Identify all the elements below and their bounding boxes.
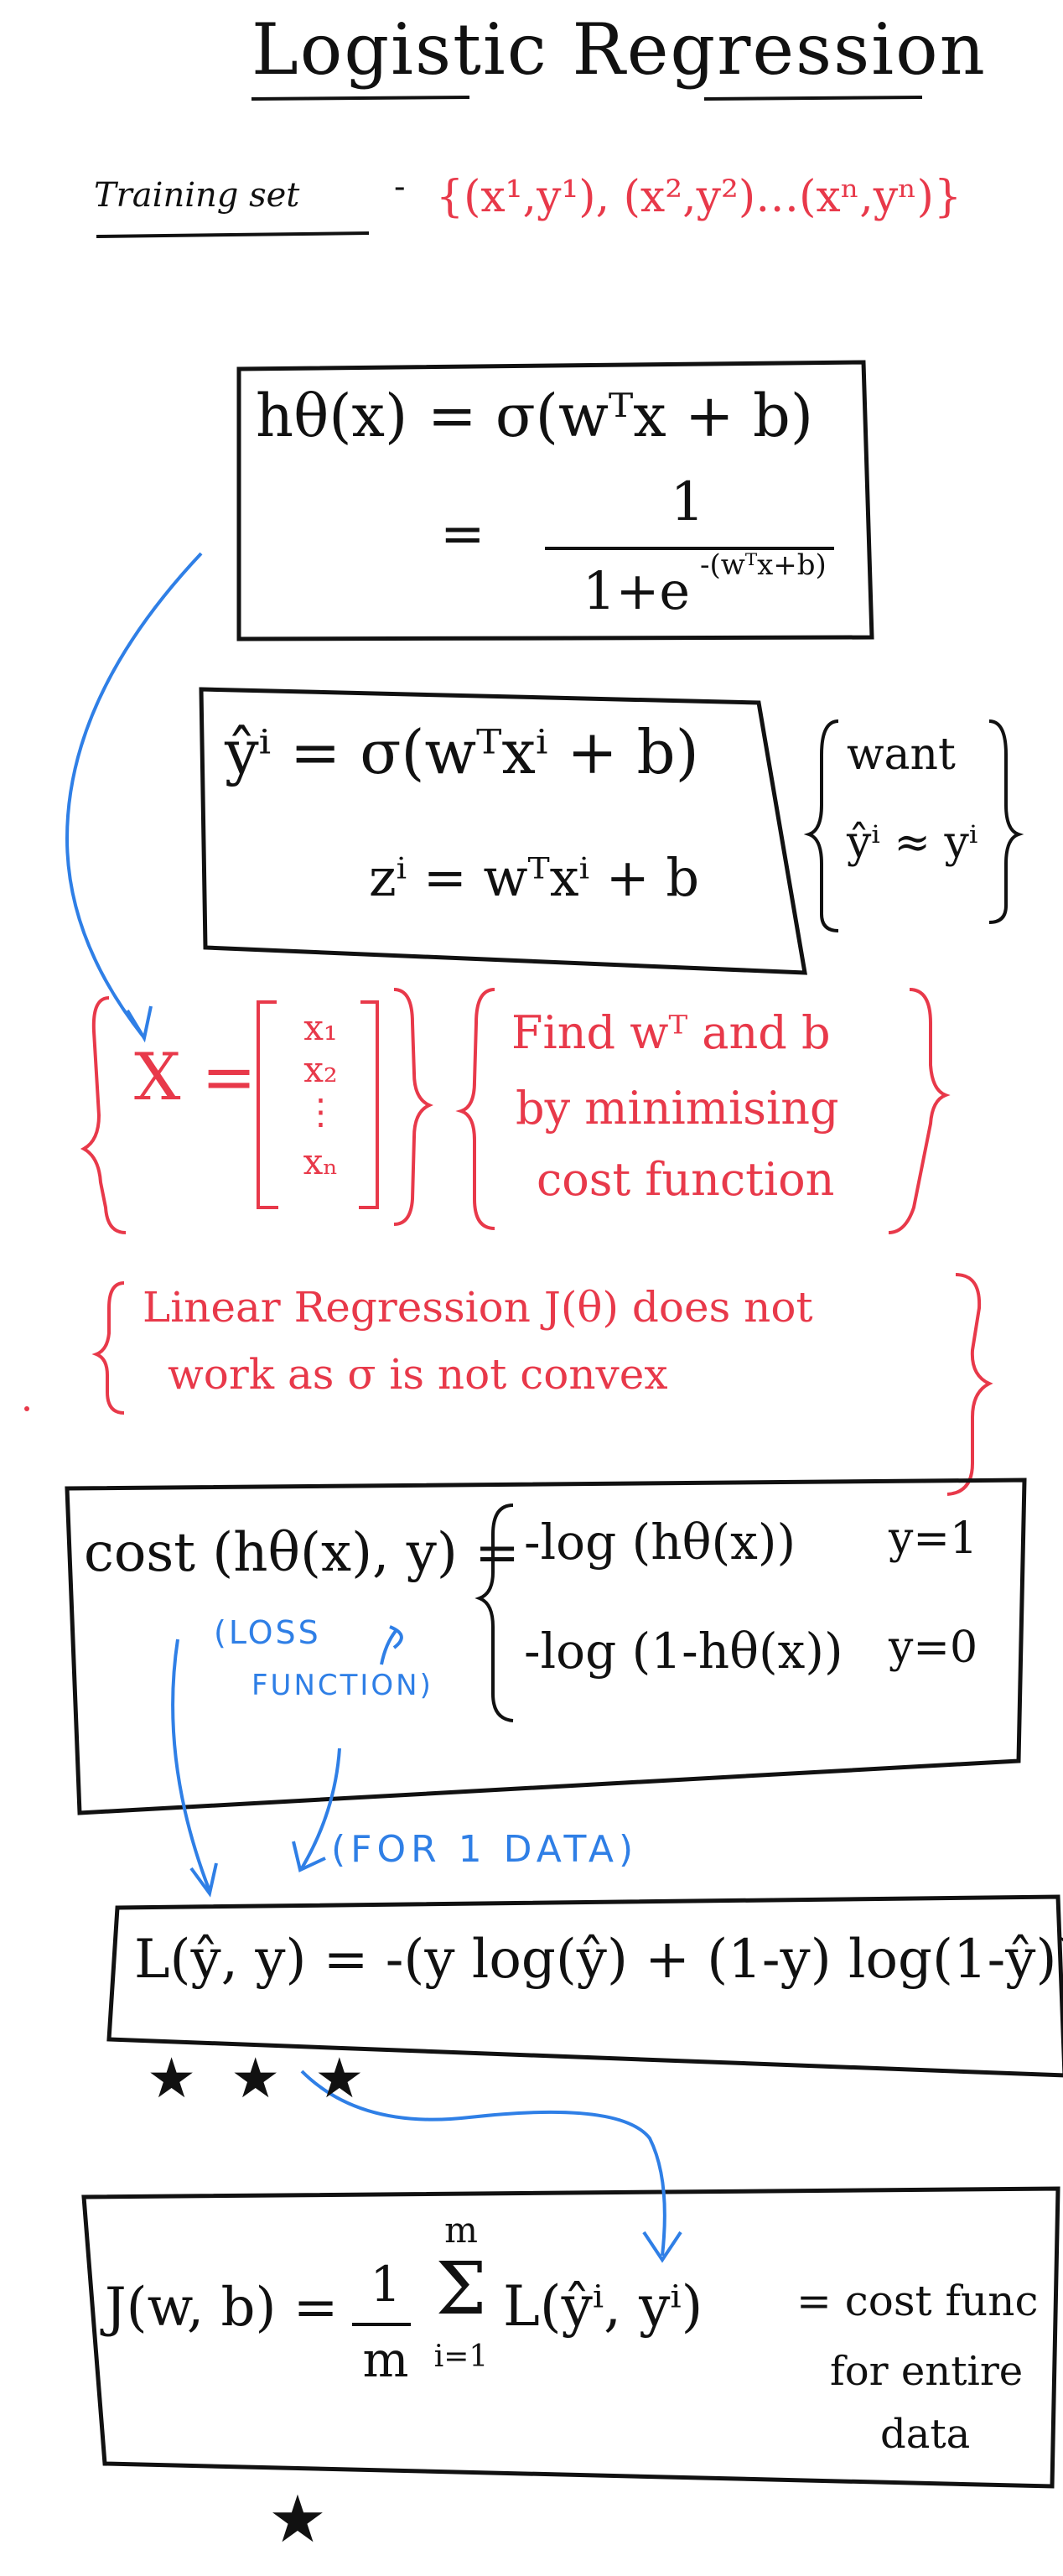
hypothesis-exponent: -(wᵀx+b) <box>700 548 827 582</box>
loss-hook <box>380 1625 403 1665</box>
xvector-entry-3: ⋮ <box>303 1091 339 1132</box>
xvector-brace-left <box>80 996 127 1234</box>
hypothesis-line1: = σ(wᵀx + b) <box>428 382 814 450</box>
stars-row: ★ ★ ★ <box>147 2046 373 2111</box>
arrowhead-2 <box>189 1862 218 1898</box>
want-label: want <box>847 730 956 780</box>
total-cost-term: L(ŷⁱ, yⁱ) <box>503 2274 703 2339</box>
arrow-hypothesis-to-x <box>65 552 203 1037</box>
hypothesis-lhs: hθ(x) <box>256 382 408 450</box>
loss-label-2: FUNCTION) <box>251 1669 433 1702</box>
prediction-line1: ŷⁱ = σ(wᵀxⁱ + b) <box>225 717 699 787</box>
xvector-bracket-right <box>359 1000 379 1209</box>
for-one-data-label: (FOR 1 DATA) <box>331 1828 639 1871</box>
linear-brace-right <box>946 1273 993 1496</box>
cost-case2-expr: -log (1-hθ(x)) <box>524 1623 843 1680</box>
arrowhead-3 <box>292 1841 326 1872</box>
xvector-entry-4: xₙ <box>303 1141 339 1182</box>
total-cost-rhs-3: data <box>880 2411 971 2458</box>
linear-brace-left <box>91 1281 125 1415</box>
training-dash: - <box>394 168 406 206</box>
total-cost-frac-num: 1 <box>370 2256 402 2313</box>
total-cost-lhs: J(w, b) = <box>105 2277 339 2339</box>
want-brace-left <box>803 719 839 932</box>
total-cost-rhs-1: = cost func <box>796 2277 1039 2325</box>
loss-expression: L(ŷ, y) = -(y log(ŷ) + (1-y) log(1-ŷ)) <box>134 1929 1063 1991</box>
hypothesis-denominator: 1+e <box>583 560 691 621</box>
hypothesis-numerator: 1 <box>670 471 705 533</box>
xvector-bracket-left <box>257 1000 278 1209</box>
cost-case1-cond: y=1 <box>889 1514 978 1564</box>
stray-dot <box>24 1406 29 1411</box>
cost-case1-expr: -log (hθ(x)) <box>524 1514 796 1571</box>
arrowhead-4 <box>642 2231 682 2263</box>
total-cost-frac-bar <box>352 2323 411 2326</box>
sum-lower-limit: i=1 <box>433 2340 489 2374</box>
linear-line2: work as σ is not convex <box>168 1350 668 1399</box>
title-underline <box>251 96 923 101</box>
total-cost-frac-den: m <box>362 2331 409 2388</box>
find-line3: cost function <box>537 1153 835 1206</box>
arrow-cost-to-loss-1 <box>171 1639 211 1892</box>
cost-case2-cond: y=0 <box>889 1623 978 1673</box>
total-cost-rhs-2: for entire <box>830 2348 1024 2395</box>
want-value: ŷⁱ ≈ yⁱ <box>847 818 978 868</box>
xvector-lhs: X = <box>134 1040 257 1115</box>
find-brace-right <box>888 988 951 1234</box>
arrowhead-1 <box>126 1005 153 1043</box>
find-brace-left <box>455 988 495 1230</box>
bottom-star: ★ <box>268 2482 327 2558</box>
loss-label-1: (LOSS <box>214 1614 321 1651</box>
hypothesis-eq2: = <box>440 503 485 565</box>
cost-lhs: cost (hθ(x), y) = <box>84 1522 520 1584</box>
xvector-entry-2: x₂ <box>303 1049 338 1090</box>
sum-symbol: Σ <box>435 2247 487 2331</box>
find-line1: Find wᵀ and b <box>511 1006 831 1059</box>
sum-upper-limit: m <box>444 2210 478 2251</box>
xvector-entries: x₁ x₂ ⋮ xₙ <box>281 1010 360 1180</box>
find-line2: by minimising <box>516 1082 839 1135</box>
training-label: Training set <box>94 176 300 215</box>
xvector-entry-1: x₁ <box>303 1007 338 1048</box>
xvector-brace-right <box>393 988 433 1226</box>
training-underline <box>96 231 370 238</box>
page-title: Logistic Regression <box>251 8 987 91</box>
training-set: {(x¹,y¹), (x²,y²)…(xⁿ,yⁿ)} <box>436 172 962 222</box>
want-brace-right <box>988 719 1024 924</box>
prediction-line2: zⁱ = wᵀxⁱ + b <box>369 847 700 908</box>
linear-line1: Linear Regression J(θ) does not <box>143 1283 813 1332</box>
